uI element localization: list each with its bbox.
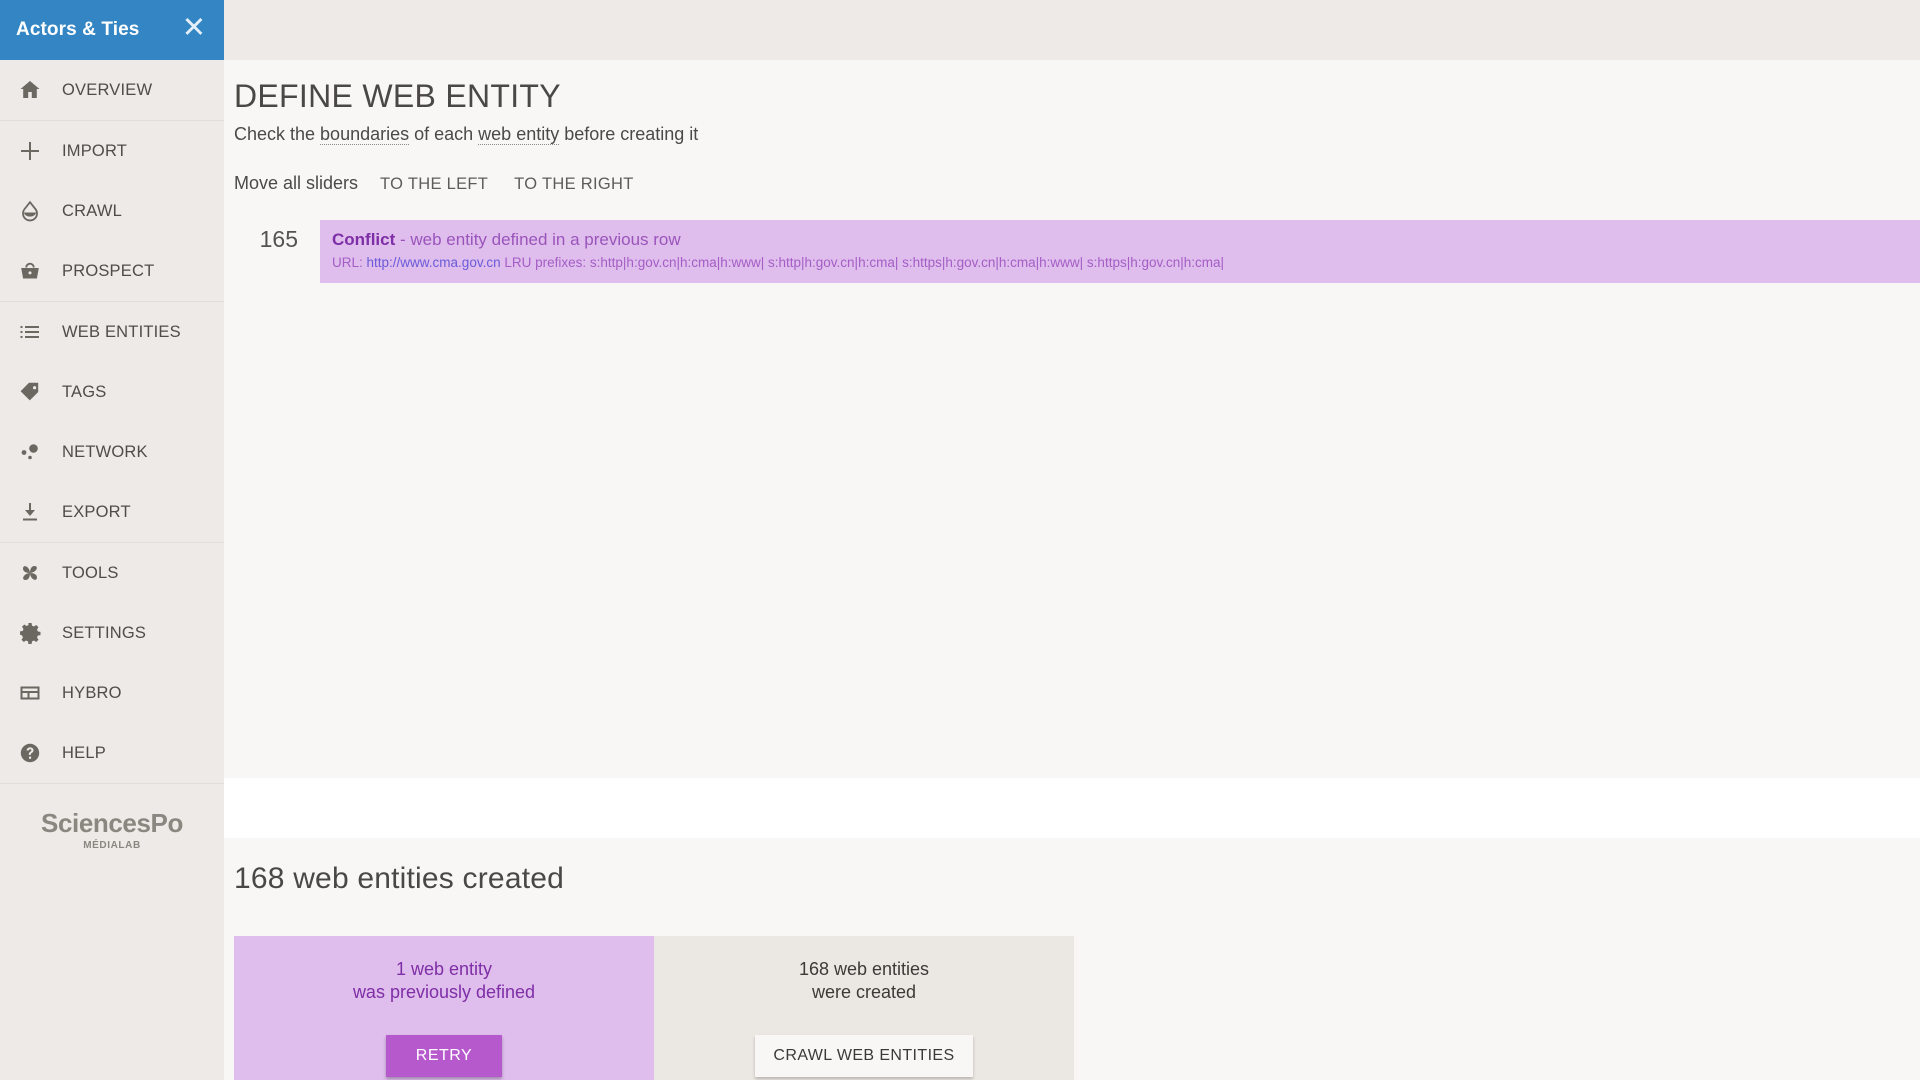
home-icon: [18, 78, 62, 102]
app-root: Actors & Ties ✕ OVERVIEW IMPORT CRAWL PR…: [0, 0, 1920, 1080]
nav-group-4: TOOLS SETTINGS HYBRO HELP: [0, 543, 224, 784]
sidebar-item-settings[interactable]: SETTINGS: [0, 603, 224, 663]
main-panel: DEFINE WEB ENTITY Check the boundaries o…: [224, 0, 1920, 1080]
sidebar-header: Actors & Ties ✕: [0, 0, 224, 60]
conflict-label: Conflict: [332, 229, 396, 249]
web-entity-hint[interactable]: web entity: [478, 123, 560, 145]
sidebar: Actors & Ties ✕ OVERVIEW IMPORT CRAWL PR…: [0, 0, 224, 1080]
page-subtitle: Check the boundaries of each web entity …: [234, 123, 1920, 145]
crawl-web-entities-button[interactable]: CRAWL WEB ENTITIES: [755, 1034, 973, 1077]
sidebar-item-prospect[interactable]: PROSPECT: [0, 241, 224, 301]
sidebar-item-export[interactable]: EXPORT: [0, 482, 224, 542]
table-row: 165 Conflict - web entity defined in a p…: [224, 219, 1920, 284]
conflict-title: Conflict - web entity defined in a previ…: [332, 229, 1906, 251]
sidebar-item-import[interactable]: IMPORT: [0, 121, 224, 181]
sidebar-item-label: OVERVIEW: [62, 80, 153, 99]
retry-button[interactable]: RETRY: [385, 1034, 503, 1077]
summary-cards: 1 web entity was previously defined RETR…: [234, 936, 1074, 1080]
conflict-banner: Conflict - web entity defined in a previ…: [320, 219, 1920, 284]
define-web-entity-section: DEFINE WEB ENTITY Check the boundaries o…: [224, 60, 1920, 778]
download-icon: [18, 500, 62, 524]
list-icon: [18, 320, 62, 344]
sidebar-item-web-entities[interactable]: WEB ENTITIES: [0, 302, 224, 362]
subtitle-after: before creating it: [559, 123, 699, 144]
basket-icon: [18, 259, 62, 283]
sidebar-item-label: TAGS: [62, 382, 107, 401]
sidebar-item-crawl[interactable]: CRAWL: [0, 181, 224, 241]
conflict-detail: URL: http://www.cma.gov.cn LRU prefixes:…: [332, 254, 1906, 272]
lru-prefixes-label: LRU prefixes:: [504, 254, 587, 270]
subtitle-middle: of each: [409, 123, 479, 144]
entity-rows-list: 165 Conflict - web entity defined in a p…: [224, 219, 1920, 778]
sidebar-item-label: HYBRO: [62, 683, 122, 702]
move-sliders-right-button[interactable]: TO THE RIGHT: [510, 173, 637, 196]
sidebar-item-tools[interactable]: TOOLS: [0, 543, 224, 603]
summary-title: 168 web entities created: [234, 862, 565, 895]
crawl-button-wrap: CRAWL WEB ENTITIES: [755, 1034, 973, 1077]
sidebar-item-label: HELP: [62, 743, 106, 762]
conflict-url-link[interactable]: http://www.cma.gov.cn: [367, 255, 501, 270]
tag-icon: [18, 380, 62, 404]
move-sliders-left-button[interactable]: TO THE LEFT: [376, 173, 492, 196]
sidebar-item-help[interactable]: HELP: [0, 723, 224, 783]
previously-defined-text: was previously defined: [352, 982, 536, 1003]
nav-group-3: WEB ENTITIES TAGS NETWORK EXPORT: [0, 302, 224, 543]
sidebar-item-label: SETTINGS: [62, 623, 147, 642]
corpus-title: Actors & Ties: [16, 19, 140, 40]
sidebar-item-label: EXPORT: [62, 502, 131, 521]
previously-defined-count: 1 web entity: [395, 959, 493, 979]
sidebar-item-label: IMPORT: [62, 141, 128, 160]
droplet-icon: [18, 199, 62, 223]
plus-icon: [18, 139, 62, 163]
page-title: DEFINE WEB ENTITY: [234, 78, 561, 114]
subtitle-before: Check the: [234, 123, 321, 144]
retry-button-wrap: RETRY: [385, 1034, 503, 1077]
sliders-toolbar: Move all sliders TO THE LEFT TO THE RIGH…: [234, 173, 1920, 196]
sliders-label: Move all sliders: [234, 172, 359, 193]
url-label: URL:: [332, 254, 363, 270]
question-circle-icon: [18, 741, 62, 765]
lru-prefixes-value: s:http|h:gov.cn|h:cma|h:www| s:http|h:go…: [589, 254, 1225, 270]
network-icon: [18, 440, 62, 464]
previously-defined-card: 1 web entity was previously defined RETR…: [234, 936, 654, 1080]
sidebar-item-overview[interactable]: OVERVIEW: [0, 60, 224, 120]
sciencespo-medialab-logo: SciencesPo MÉDIALAB: [0, 784, 224, 851]
sidebar-item-network[interactable]: NETWORK: [0, 422, 224, 482]
pinwheel-icon: [18, 561, 62, 585]
sidebar-item-label: NETWORK: [62, 442, 148, 461]
sidebar-item-label: TOOLS: [62, 563, 119, 582]
content-header: DEFINE WEB ENTITY Check the boundaries o…: [224, 78, 1920, 196]
row-index: 165: [259, 225, 298, 252]
sidebar-item-label: WEB ENTITIES: [62, 322, 181, 341]
close-icon[interactable]: ✕: [178, 13, 210, 47]
gear-icon: [18, 621, 62, 645]
summary-section: 168 web entities created 1 web entity wa…: [224, 838, 1920, 1080]
boundaries-hint[interactable]: boundaries: [320, 123, 410, 145]
sidebar-item-tags[interactable]: TAGS: [0, 362, 224, 422]
logo-sub-text: MÉDIALAB: [83, 840, 141, 851]
created-card: 168 web entities were created CRAWL WEB …: [654, 936, 1074, 1080]
nav-group-1: OVERVIEW: [0, 60, 224, 121]
sidebar-item-label: PROSPECT: [62, 261, 155, 280]
nav-group-2: IMPORT CRAWL PROSPECT: [0, 121, 224, 302]
created-text: were created: [811, 982, 917, 1003]
sidebar-item-label: CRAWL: [62, 201, 122, 220]
logo-main-text: SciencesPo: [41, 808, 183, 838]
main-topbar: [224, 0, 1920, 60]
created-count: 168 web entities: [798, 959, 930, 979]
conflict-message: - web entity defined in a previous row: [395, 229, 681, 249]
panel-layout-icon: [18, 681, 62, 705]
section-separator: [224, 778, 1920, 838]
sidebar-item-hybro[interactable]: HYBRO: [0, 663, 224, 723]
